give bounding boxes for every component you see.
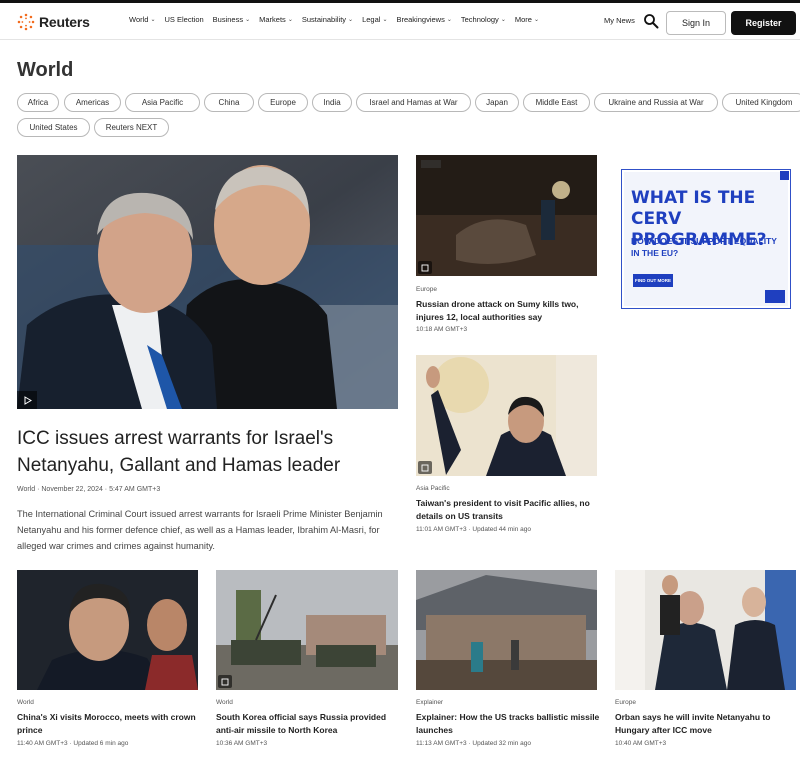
story-image[interactable] [416,155,597,276]
chevron-down-icon: ⌄ [533,17,539,23]
video-play-icon[interactable] [17,391,37,409]
nav-label: Sustainability [301,15,347,24]
sign-in-button[interactable]: Sign In [666,11,726,35]
story-tag[interactable]: Asia Pacific [416,485,450,492]
chip-united-kingdom[interactable]: United Kingdom [722,93,800,112]
chevron-down-icon: ⌄ [382,17,388,23]
chevron-down-icon: ⌄ [150,17,156,23]
site-header: Reuters World ⌄ US Election Business ⌄ Mar… [0,3,800,40]
chip-asia-pacific[interactable]: Asia Pacific [125,93,200,112]
nav-label: Legal [362,15,381,24]
chevron-down-icon: ⌄ [348,17,354,23]
story-meta: 11:01 AM GMT+3 · Updated 44 min ago [416,526,531,533]
my-news-link[interactable]: My News [604,16,635,25]
nav-label: Technology [460,15,499,24]
chevron-down-icon: ⌄ [287,17,293,23]
chevron-down-icon: ⌄ [500,17,506,23]
nav-label: World [129,15,149,24]
chip-americas[interactable]: Americas [64,93,121,112]
register-button[interactable]: Register [731,11,796,35]
story-tag[interactable]: World [216,699,233,706]
nav-item-breakingviews[interactable]: Breakingviews ⌄ [396,15,451,24]
nav-item-markets[interactable]: Markets ⌄ [259,15,293,24]
reuters-logo[interactable]: Reuters [17,12,90,32]
gallery-icon [218,675,232,688]
logo-text: Reuters [39,14,90,30]
story-tag[interactable]: Explainer [416,699,443,706]
gallery-icon [418,461,432,474]
story-photo [615,570,796,690]
nav-label: US Election [164,15,204,24]
chip-europe[interactable]: Europe [258,93,308,112]
nav-item-world[interactable]: World ⌄ [129,15,155,24]
story-meta: 10:36 AM GMT+3 [216,740,268,747]
chip-china[interactable]: China [204,93,254,112]
story-title[interactable]: Explainer: How the US tracks ballistic m… [416,711,601,737]
story-photo [416,155,597,276]
search-icon[interactable] [643,13,659,29]
chevron-down-icon: ⌄ [245,17,251,23]
story-photo [216,570,398,690]
eu-flag-icon [765,290,785,303]
hero-summary: The International Criminal Court issued … [17,509,383,551]
story-image[interactable] [216,570,398,690]
story-tag[interactable]: Europe [416,286,437,293]
story-title[interactable]: Russian drone attack on Sumy kills two, … [416,298,601,324]
story-image[interactable] [17,570,198,690]
nav-item-sustainability[interactable]: Sustainability ⌄ [302,15,353,24]
page-title: World [17,59,74,81]
gallery-icon [418,261,432,274]
chip-united-states[interactable]: United States [17,118,90,137]
story-image[interactable] [416,355,597,476]
chevron-down-icon: ⌄ [446,17,452,23]
main-nav: World ⌄ US Election Business ⌄ Markets ⌄ Su… [129,15,548,24]
chip-ukraine-russia[interactable]: Ukraine and Russia at War [594,93,718,112]
story-image[interactable] [416,570,597,690]
ad-choices-icon[interactable] [780,171,789,180]
nav-label: Business [212,15,244,24]
story-photo [416,355,597,476]
hero-photo [17,155,398,409]
hero-meta: World · November 22, 2024 · 5:47 AM GMT+… [17,486,161,493]
advertisement[interactable]: WHAT IS THE CERV PROGRAMME? HOW DOES IT … [621,169,791,309]
story-photo [416,570,597,690]
story-meta: 11:13 AM GMT+3 · Updated 32 min ago [416,740,531,747]
story-tag[interactable]: Europe [615,699,636,706]
ad-subhead: HOW DOES IT SUPPORT EQUALITY IN THE EU? [631,236,777,258]
story-meta: 10:18 AM GMT+3 [416,326,468,333]
reuters-logo-icon [17,13,35,31]
story-title[interactable]: China's Xi visits Morocco, meets with cr… [17,711,202,737]
story-photo [17,570,198,690]
nav-item-us-election[interactable]: US Election [164,15,203,24]
nav-item-business[interactable]: Business ⌄ [213,15,250,24]
chip-israel-hamas[interactable]: Israel and Hamas at War [356,93,471,112]
story-meta: 11:40 AM GMT+3 · Updated 6 min ago [17,740,129,747]
story-image[interactable] [615,570,796,690]
nav-item-technology[interactable]: Technology ⌄ [461,15,506,24]
hero-image[interactable] [17,155,398,409]
hero-headline[interactable]: ICC issues arrest warrants for Israel's … [17,425,407,479]
story-title[interactable]: Taiwan's president to visit Pacific alli… [416,497,598,523]
nav-label: Breakingviews [396,15,445,24]
story-title[interactable]: Orban says he will invite Netanyahu to H… [615,711,797,737]
nav-item-more[interactable]: More ⌄ [515,15,539,24]
chip-middle-east[interactable]: Middle East [523,93,590,112]
story-tag[interactable]: World [17,699,34,706]
chip-africa[interactable]: Africa [17,93,59,112]
story-title[interactable]: South Korea official says Russia provide… [216,711,401,737]
story-meta: 10:40 AM GMT+3 [615,740,667,747]
ad-cta-button[interactable]: FIND OUT MORE [633,274,673,287]
nav-item-legal[interactable]: Legal ⌄ [362,15,387,24]
chip-reuters-next[interactable]: Reuters NEXT [94,118,169,137]
nav-label: Markets [259,15,286,24]
nav-label: More [514,15,532,24]
chip-india[interactable]: India [312,93,352,112]
chip-japan[interactable]: Japan [475,93,519,112]
